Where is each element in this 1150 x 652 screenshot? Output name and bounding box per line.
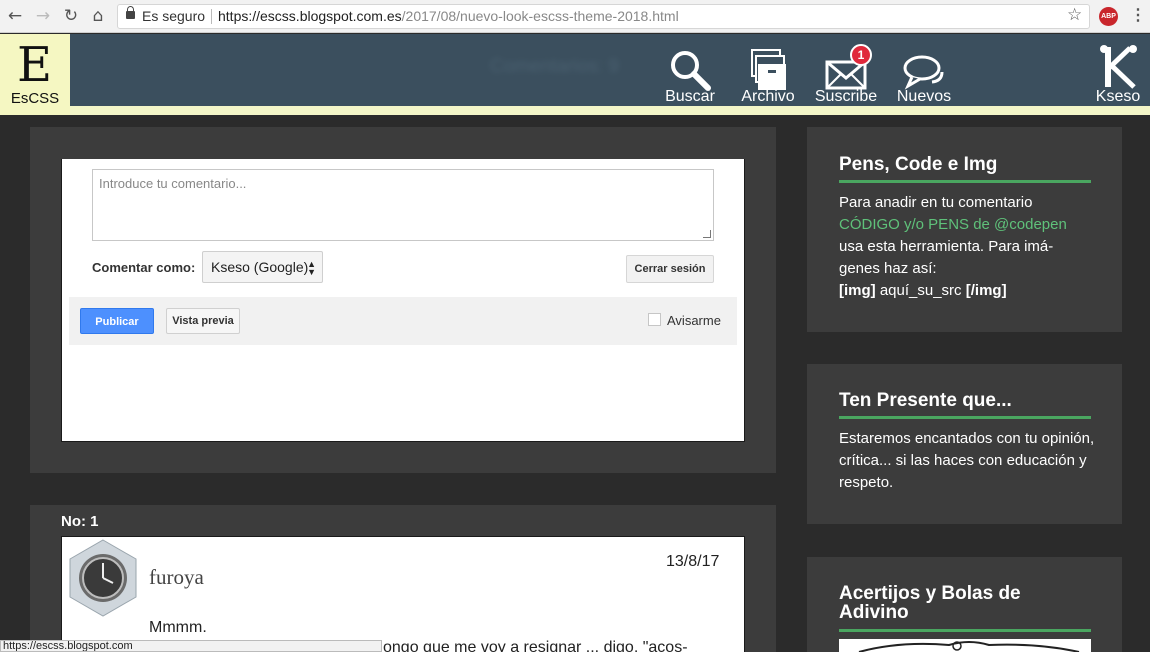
select-caret-icon: ▲ ▼: [307, 259, 316, 277]
widget-pens-code: Pens, Code e Img Para anadir en tu comen…: [807, 127, 1122, 332]
bookmark-star-icon[interactable]: ☆: [1067, 5, 1082, 25]
forward-icon[interactable]: →: [33, 6, 53, 26]
nav-kseso-label: Kseso: [1095, 88, 1141, 105]
url-text: https://escss.blogspot.com.es/2017/08/nu…: [218, 5, 679, 28]
widget-text-line: [img] aquí_su_src [/img]: [839, 280, 1099, 302]
logo-text: EsCSS: [10, 90, 60, 107]
comment-author[interactable]: furoya: [149, 565, 204, 590]
codepen-tool-link[interactable]: CÓDIGO y/o PENS de @codepen: [839, 214, 1099, 236]
comment-textarea[interactable]: Introduce tu comentario...: [92, 169, 714, 241]
identity-select[interactable]: Kseso (Google) ▲ ▼: [202, 251, 323, 283]
avatar[interactable]: [68, 539, 138, 617]
browser-menu-icon[interactable]: ⋮: [1130, 5, 1146, 25]
lock-icon: [126, 6, 135, 19]
riddles-image[interactable]: [839, 639, 1091, 652]
comment-form-panel: Introduce tu comentario... Comentar como…: [30, 127, 776, 473]
nav-subscribe-label: Suscribe: [814, 88, 878, 105]
publish-bar: Publicar Vista previa Avisarme: [69, 297, 737, 345]
nav-search[interactable]: Buscar: [662, 44, 718, 106]
widget-divider: [839, 180, 1091, 183]
img-src-text: aquí_su_src: [875, 282, 966, 299]
nav-kseso[interactable]: Kseso: [1092, 44, 1144, 106]
img-close-tag: [/img]: [965, 282, 1007, 299]
nav-archive-label: Archivo: [741, 88, 795, 105]
nav-search-label: Buscar: [665, 88, 715, 105]
comment-text-line: Mmmm.: [149, 619, 207, 636]
widget-text-line: genes haz así:: [839, 260, 937, 277]
widget-text: Para anadir en tu comentario CÓDIGO y/o …: [839, 192, 1099, 302]
blurred-comment-count: Comentarios: 9: [490, 56, 619, 77]
reload-icon[interactable]: ↻: [61, 6, 81, 26]
nav-subscribe[interactable]: 1 Suscribe: [812, 44, 880, 106]
nav-new-label: Nuevos: [896, 88, 952, 105]
widget-text-line: Para anadir en tu comentario: [839, 194, 1033, 211]
url-path: /2017/08/nuevo-look-escss-theme-2018.htm…: [401, 8, 679, 24]
home-icon[interactable]: ⌂: [88, 6, 108, 26]
widget-text-line: usa esta herramienta. Para imá-: [839, 238, 1054, 255]
back-icon[interactable]: ←: [5, 6, 25, 26]
nav-archive[interactable]: Archivo: [738, 44, 798, 106]
widget-title: Ten Presente que...: [839, 390, 1012, 411]
search-icon: [671, 51, 711, 91]
widget-riddles: Acertijos y Bolas de Adivino: [807, 557, 1122, 652]
comment-placeholder: Introduce tu comentario...: [99, 176, 247, 191]
notify-checkbox[interactable]: [648, 313, 661, 326]
notify-label: Avisarme: [667, 313, 721, 328]
widget-divider: [839, 416, 1091, 419]
publish-button[interactable]: Publicar: [80, 308, 154, 334]
header-strip: [0, 106, 1150, 115]
widget-text: Estaremos encantados con tu opinión, crí…: [839, 430, 1095, 491]
adblock-icon[interactable]: ABP: [1099, 7, 1118, 26]
widget-title: Pens, Code e Img: [839, 154, 998, 175]
address-separator: [211, 9, 212, 24]
kseso-logo-icon: [1100, 45, 1137, 89]
widget-title: Acertijos y Bolas de Adivino: [839, 583, 1021, 623]
resize-handle-icon[interactable]: [703, 230, 711, 238]
notification-badge: 1: [850, 44, 872, 66]
secure-label: Es seguro: [142, 8, 206, 24]
widget-divider: [839, 629, 1091, 632]
nav-new[interactable]: Nuevos: [894, 44, 954, 106]
img-open-tag: [img]: [839, 282, 876, 299]
archive-icon: [751, 49, 786, 90]
comment-as-label: Comentar como:: [92, 260, 196, 275]
url-host: https://escss.blogspot.com.es: [218, 8, 402, 24]
comment-number: No: 1: [61, 513, 99, 530]
site-logo[interactable]: E EsCSS: [0, 34, 70, 115]
close-session-button[interactable]: Cerrar sesión: [626, 255, 714, 283]
comment-form-card: Introduce tu comentario... Comentar como…: [61, 159, 745, 442]
status-bar: https://escss.blogspot.com: [0, 640, 382, 652]
comment-card: furoya 13/8/17 Mmmm. ongo que me voy a r…: [61, 536, 745, 652]
address-bar[interactable]: Es seguro https://escss.blogspot.com.es/…: [117, 4, 1090, 29]
logo-glyph: E: [17, 37, 53, 93]
identity-value: Kseso (Google): [211, 259, 309, 275]
preview-button[interactable]: Vista previa: [166, 308, 240, 334]
comment-text-line: ongo que me voy a resignar ... digo, "ac…: [383, 639, 688, 652]
comment-date[interactable]: 13/8/17: [666, 553, 719, 571]
widget-keep-in-mind: Ten Presente que... Estaremos encantados…: [807, 364, 1122, 524]
browser-toolbar: ← → ↻ ⌂ Es seguro https://escss.blogspot…: [0, 0, 1150, 33]
